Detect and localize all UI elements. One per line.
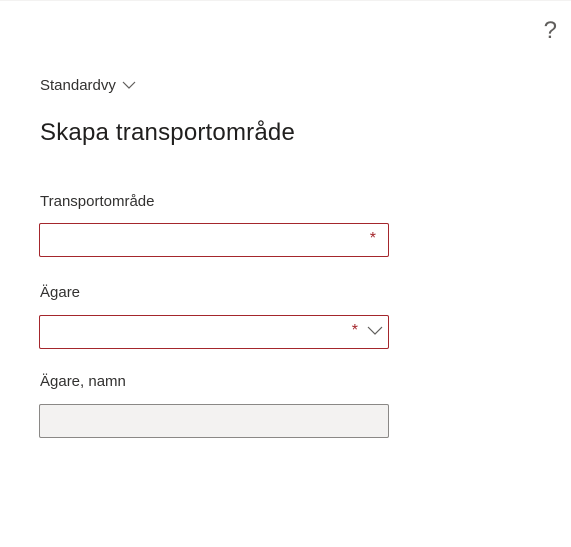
- transport-area-input[interactable]: [40, 224, 388, 256]
- chevron-down-icon: [122, 81, 136, 89]
- transport-area-field[interactable]: *: [39, 223, 389, 257]
- chevron-down-icon[interactable]: [367, 326, 383, 336]
- owner-name-input: [40, 405, 388, 437]
- owner-input[interactable]: [40, 316, 388, 348]
- page-title: Skapa transportområde: [40, 119, 296, 146]
- transport-area-label: Transportområde: [40, 193, 155, 210]
- owner-label: Ägare: [40, 284, 81, 301]
- create-dialog-panel: ? Standardvy Skapa transportområde Trans…: [0, 0, 571, 547]
- required-asterisk: *: [351, 322, 358, 339]
- owner-name-field: [39, 404, 389, 438]
- required-asterisk: *: [369, 230, 376, 247]
- help-icon[interactable]: ?: [544, 19, 557, 43]
- owner-name-label: Ägare, namn: [40, 373, 126, 390]
- view-selector[interactable]: Standardvy: [40, 77, 136, 94]
- view-name: Standardvy: [40, 77, 116, 94]
- owner-field[interactable]: *: [39, 315, 389, 349]
